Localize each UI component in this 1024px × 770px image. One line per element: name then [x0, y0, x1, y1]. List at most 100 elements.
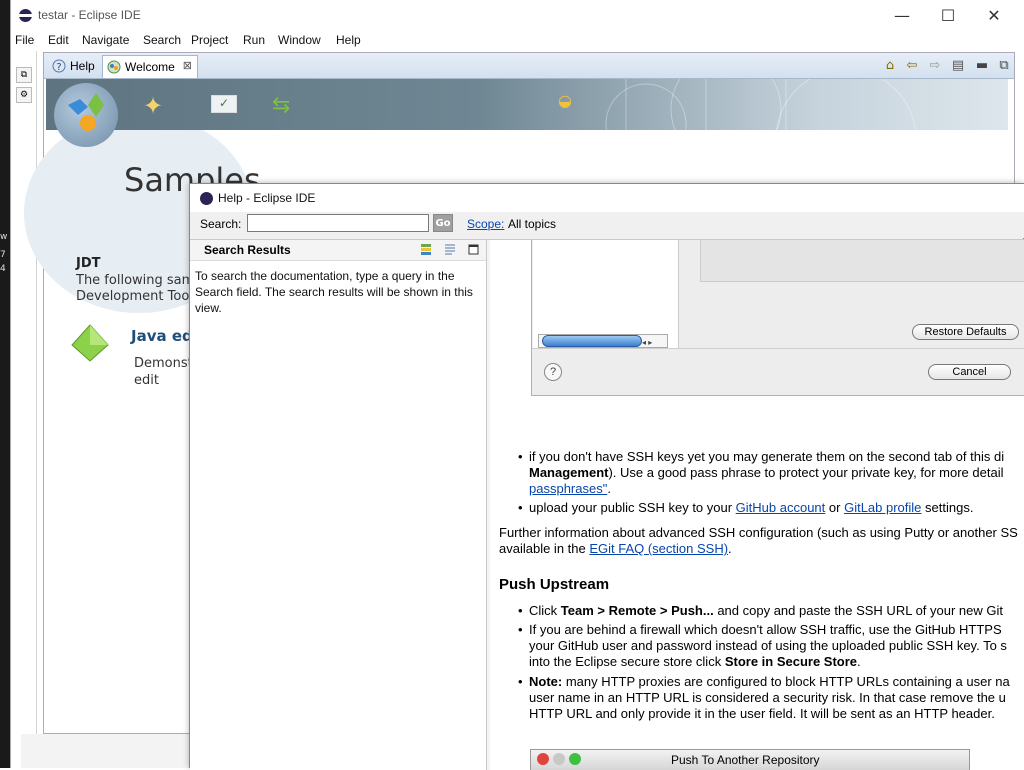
embedded-screenshot-push: Push To Another Repository [530, 749, 970, 770]
minimize-dot-icon [553, 753, 565, 765]
desktop-glyph: w [0, 232, 8, 242]
help-question-icon: ? [544, 363, 562, 381]
text: and copy and paste the SSH URL of your n… [713, 603, 1003, 618]
desktop-background: w 7 4 [0, 0, 10, 768]
back-arrow-icon[interactable]: ⇦ [904, 58, 920, 74]
menu-run[interactable]: Run [243, 33, 265, 47]
workbench-icon[interactable]: ◒ [558, 91, 572, 110]
help-content: ◂ ▸ Restore Defaults ? Cancel if you don… [490, 240, 1024, 770]
package-explorer-icon[interactable]: ⚙ [16, 87, 32, 103]
sample-title-link[interactable]: Java ed [131, 327, 193, 345]
maximize-button[interactable]: ☐ [925, 0, 971, 31]
egit-faq-link[interactable]: EGit FAQ (section SSH) [589, 541, 728, 556]
text: if you don't have SSH keys yet you may g… [529, 449, 1005, 464]
desktop-glyphs: w 7 4 [0, 230, 7, 276]
screenshot-group-box [700, 240, 1024, 282]
help-title-bar: Help - Eclipse IDE [190, 184, 1024, 212]
scope-link[interactable]: Scope: [467, 217, 504, 231]
overview-gems-icon [68, 93, 104, 131]
passphrases-link[interactable]: passphrases" [529, 481, 607, 496]
close-dot-icon [537, 753, 549, 765]
list-item: If you are behind a firewall which doesn… [518, 622, 1024, 670]
embedded-screenshot-preferences: ◂ ▸ Restore Defaults ? Cancel [531, 240, 1024, 396]
tab-welcome[interactable]: Welcome ⊠ [102, 55, 198, 78]
samples-icon[interactable]: ⇆ [272, 93, 290, 118]
list-item: upload your public SSH key to your GitHu… [518, 500, 1024, 516]
search-input[interactable] [247, 214, 429, 232]
search-results-text: To search the documentation, type a quer… [195, 269, 473, 315]
menu-navigate[interactable]: Navigate [82, 33, 129, 47]
close-tab-icon[interactable]: ⊠ [183, 59, 192, 72]
desktop-glyph: 7 [0, 250, 6, 260]
home-icon[interactable]: ⌂ [882, 58, 898, 74]
text: . [728, 541, 732, 556]
eclipse-logo-icon [19, 9, 32, 22]
menu-bar: File Edit Navigate Search Project Run Wi… [11, 31, 1015, 51]
go-button[interactable]: Go [433, 214, 453, 232]
menu-project[interactable]: Project [191, 33, 228, 47]
text: upload your public SSH key to your [529, 500, 736, 515]
screenshot-list-panel [533, 240, 679, 348]
svg-text:?: ? [56, 62, 61, 73]
customize-page-icon[interactable]: ▤ [950, 58, 966, 74]
zoom-dot-icon [569, 753, 581, 765]
left-trim-stack: ⧉ ⚙ [11, 51, 37, 768]
bold-text: Store in Secure Store [724, 654, 858, 669]
minimize-view-icon[interactable]: ▬ [974, 58, 990, 74]
search-results-header: Search Results [190, 240, 486, 261]
window-title: testar - Eclipse IDE [38, 8, 141, 22]
title-bar: testar - Eclipse IDE — ☐ ✕ [11, 0, 1015, 31]
search-results-pane: Search Results To search the documentati… [190, 240, 487, 770]
welcome-icon [107, 60, 121, 74]
java-editor-gem-icon[interactable] [70, 323, 110, 363]
bold-text: Note: [529, 674, 563, 689]
screenshot-scroll-thumb [542, 335, 642, 347]
menu-help[interactable]: Help [336, 33, 361, 47]
show-categories-icon[interactable] [420, 243, 432, 256]
help-search-bar: Search: Go Scope: All topics [190, 212, 1024, 238]
text: ). Use a good pass phrase to protect you… [608, 465, 1004, 480]
text: Click [529, 603, 561, 618]
gitlab-profile-link[interactable]: GitLab profile [844, 500, 921, 515]
minimize-button[interactable]: — [879, 0, 925, 31]
welcome-banner: ◒ [46, 79, 1008, 130]
eclipse-logo-icon [200, 192, 213, 205]
maximize-pane-icon[interactable] [468, 243, 480, 256]
forward-arrow-icon[interactable]: ⇨ [927, 58, 943, 74]
help-body: Search Results To search the documentati… [190, 239, 1024, 770]
maximize-view-icon[interactable]: ⧉ [996, 58, 1012, 74]
menu-file[interactable]: File [15, 33, 34, 47]
whats-new-icon[interactable]: ✦ [143, 92, 163, 120]
menu-window[interactable]: Window [278, 33, 321, 47]
text: Further information about advanced SSH c… [499, 525, 1018, 556]
tab-help[interactable]: ? Help [48, 55, 100, 78]
cancel-button: Cancel [928, 364, 1011, 380]
menu-search[interactable]: Search [143, 33, 181, 47]
tab-label: Welcome [125, 60, 175, 74]
text: or [825, 500, 845, 515]
show-descriptions-icon[interactable] [444, 243, 456, 256]
restore-defaults-button: Restore Defaults [912, 324, 1019, 340]
text: settings. [921, 500, 974, 515]
help-icon: ? [52, 59, 66, 73]
section-heading: Push Upstream [499, 576, 610, 593]
overview-icon[interactable] [54, 83, 118, 147]
tutorials-icon[interactable]: ✓ [211, 95, 237, 113]
help-window-title: Help - Eclipse IDE [218, 191, 316, 205]
tab-label: Help [70, 59, 95, 73]
banner-decoration [605, 79, 916, 130]
section-heading: JDT [76, 256, 101, 271]
editor-tab-bar: ? Help Welcome ⊠ ⌂ ⇦ ⇨ ▤ ▬ ⧉ [44, 53, 1014, 79]
close-button[interactable]: ✕ [971, 0, 1017, 31]
paragraph: Further information about advanced SSH c… [499, 525, 1024, 557]
menu-edit[interactable]: Edit [48, 33, 69, 47]
bold-text: Management [529, 465, 609, 480]
scope-value: All topics [508, 217, 557, 231]
divider [532, 348, 1024, 349]
screenshot-title: Push To Another Repository [671, 753, 820, 767]
desktop-glyph: 4 [0, 264, 6, 274]
search-label: Search: [200, 217, 242, 231]
help-window: Help - Eclipse IDE Search: Go Scope: All… [189, 183, 1024, 770]
github-account-link[interactable]: GitHub account [736, 500, 826, 515]
restore-perspective-icon[interactable]: ⧉ [16, 67, 32, 83]
